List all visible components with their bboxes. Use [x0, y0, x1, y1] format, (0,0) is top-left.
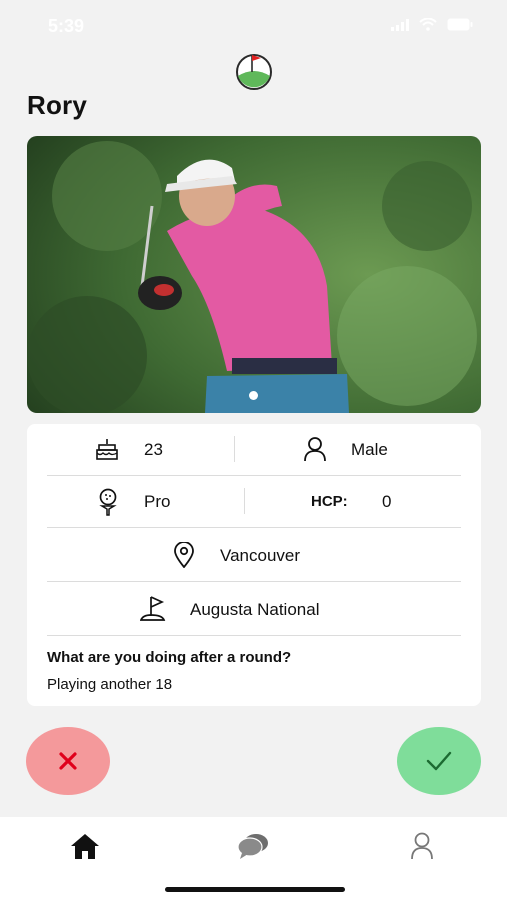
person-icon: [304, 437, 326, 462]
home-course-row: Augusta National: [47, 582, 461, 635]
profile-name: Rory: [27, 90, 88, 120]
gender-value: Male: [351, 440, 388, 459]
signal-icon: [391, 18, 409, 31]
carousel-dot[interactable]: [249, 391, 258, 400]
age-gender-row: 23 Male: [47, 424, 461, 475]
wifi-icon: [419, 18, 437, 31]
check-icon: [426, 751, 452, 771]
tab-chat[interactable]: [233, 829, 273, 863]
x-icon: [59, 752, 77, 770]
row-divider-vertical: [244, 488, 245, 514]
prompt-answer: Playing another 18: [47, 676, 173, 693]
hcp-label: HCP:: [311, 493, 348, 510]
tab-profile[interactable]: [402, 829, 442, 863]
battery-icon: [447, 18, 473, 31]
status-icons: [391, 18, 473, 31]
location-value: Vancouver: [220, 546, 301, 565]
level-hcp-row: Pro HCP: 0: [47, 476, 461, 527]
location-pin-icon: [174, 542, 194, 568]
hcp-value: 0: [382, 492, 392, 511]
home-icon: [71, 834, 99, 859]
status-bar: 5:39: [0, 0, 507, 52]
golf-ball-tee-icon: [99, 488, 117, 516]
golf-logo-icon: [234, 50, 274, 90]
profile-photo[interactable]: [27, 136, 481, 413]
accept-button[interactable]: [397, 727, 481, 795]
level-value: Pro: [144, 492, 171, 511]
prompt-question: What are you doing after a round?: [47, 649, 292, 666]
home-course-value: Augusta National: [190, 600, 320, 619]
bottom-tab-bar: [0, 817, 507, 900]
birthday-cake-icon: [96, 439, 118, 460]
status-time: 5:39: [48, 16, 85, 36]
row-divider: [47, 635, 461, 636]
reject-button[interactable]: [26, 727, 110, 795]
age-value: 23: [144, 440, 163, 459]
location-row: Vancouver: [47, 528, 461, 581]
tab-home[interactable]: [65, 829, 105, 863]
profile-info-card: 23 Male Pro HCP: 0 Vancouver Augusta Nat…: [27, 424, 481, 706]
flag-icon: [140, 596, 166, 621]
profile-icon: [411, 832, 433, 860]
row-divider-vertical: [234, 436, 235, 462]
home-indicator: [165, 887, 345, 892]
chat-icon: [237, 834, 268, 859]
